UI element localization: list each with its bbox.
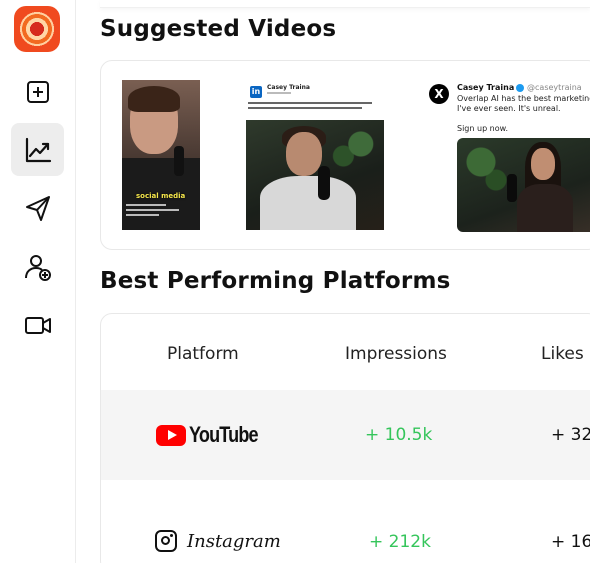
likes-value: + 16 (551, 532, 590, 552)
column-header-impressions: Impressions (345, 344, 447, 364)
post-video (457, 138, 590, 232)
column-header-platform: Platform (167, 344, 239, 364)
microphone-icon (174, 146, 184, 176)
video-thumbnail-linkedin[interactable]: in Casey Traina (246, 80, 384, 230)
plus-square-icon (26, 80, 49, 103)
app-logo[interactable] (14, 6, 60, 52)
youtube-icon (156, 424, 186, 446)
instagram-icon (155, 530, 177, 552)
video-thumbnail-x[interactable]: X Casey Traina @caseytraina Overlap AI h… (427, 80, 590, 232)
table-row[interactable]: Instagram + 212k + 16 (101, 480, 590, 563)
best-platforms-title: Best Performing Platforms (100, 268, 451, 294)
linkedin-icon: in (250, 86, 262, 98)
x-logo-icon: X (429, 84, 449, 104)
impressions-value: + 10.5k (365, 425, 433, 445)
post-text-line: I've ever seen. It's unreal. (457, 104, 561, 113)
trending-chart-icon (25, 137, 51, 162)
likes-value: + 323 (551, 425, 590, 445)
top-bar (100, 0, 590, 8)
post-text-line: Overlap AI has the best marketing (457, 94, 590, 103)
video-caption: social media (136, 192, 186, 200)
platforms-table: Platform Impressions Likes YouTube + 10.… (100, 313, 590, 563)
suggested-videos-title: Suggested Videos (100, 16, 337, 42)
column-header-likes: Likes (541, 344, 584, 364)
post-text-line: Sign up now. (457, 124, 508, 133)
post-video (246, 120, 384, 230)
send-icon (25, 195, 50, 221)
youtube-logo: YouTube (156, 422, 273, 448)
table-row[interactable]: YouTube + 10.5k + 323 (101, 390, 590, 480)
post-author: Casey Traina (267, 84, 310, 91)
post-author: Casey Traina @caseytraina (457, 83, 582, 92)
user-plus-icon (24, 254, 51, 281)
nav-add-account[interactable] (11, 240, 64, 293)
nav-publish[interactable] (11, 181, 64, 234)
impressions-value: + 212k (369, 532, 431, 552)
nav-videos[interactable] (11, 298, 64, 351)
nav-create[interactable] (11, 65, 64, 118)
microphone-icon (318, 166, 330, 200)
microphone-icon (507, 174, 517, 202)
video-thumbnail-tiktok[interactable]: social media (122, 80, 200, 230)
video-camera-icon (24, 316, 51, 334)
sidebar (0, 0, 76, 563)
instagram-logo: Instagram (155, 530, 281, 552)
nav-analytics[interactable] (11, 123, 64, 176)
suggested-videos-card: social media in Casey Traina X Casey Tra… (100, 60, 590, 250)
verified-icon (516, 83, 525, 92)
